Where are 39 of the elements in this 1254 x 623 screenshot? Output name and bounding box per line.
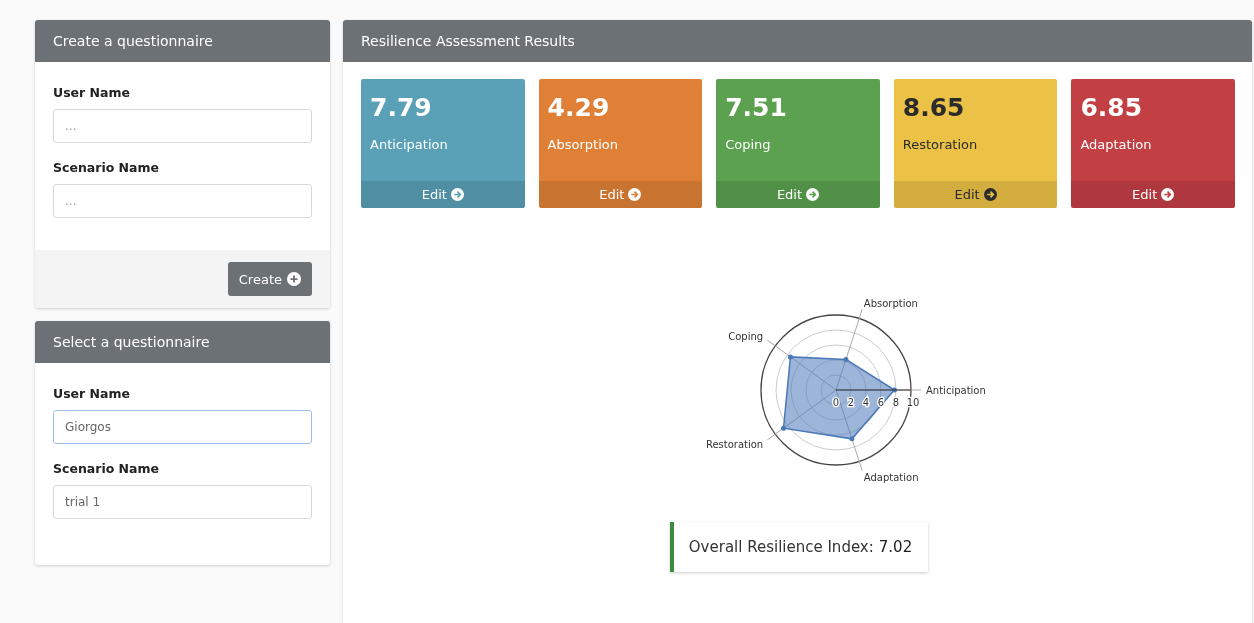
edit-link[interactable]: Edit (361, 181, 525, 208)
score-label: Absorption (546, 136, 619, 154)
field-label: Scenario Name (53, 160, 160, 175)
axis-label: Absorption (863, 297, 918, 309)
axis-label: Adaptation (863, 472, 918, 484)
tick-label: 2 (847, 397, 854, 408)
score-value: 4.29 (546, 92, 611, 122)
score-label: Restoration (901, 136, 979, 154)
score-value: 6.85 (1079, 92, 1144, 122)
tick-label: 0 (832, 397, 839, 408)
panel-title: Create a questionnaire (53, 33, 213, 49)
score-value: 7.79 (369, 92, 433, 122)
edit-link[interactable]: Edit (538, 181, 703, 208)
edit-link[interactable]: Edit (716, 181, 880, 208)
input-field[interactable]: ... (53, 109, 312, 143)
input-field[interactable]: Giorgos (53, 410, 312, 444)
score-label: Anticipation (369, 136, 449, 154)
tick-label: 8 (892, 397, 899, 408)
panel-title: Resilience Assessment Results (361, 33, 575, 49)
axis-label: Coping (727, 330, 763, 342)
axis-label: Anticipation (925, 385, 986, 396)
field-label: Scenario Name (53, 461, 160, 476)
input-field[interactable]: trial 1 (53, 485, 312, 519)
score-label: Adaptation (1079, 136, 1153, 154)
score-value: 8.65 (901, 92, 966, 122)
edit-link[interactable]: Edit (893, 181, 1058, 208)
field-label: User Name (53, 85, 131, 100)
input-field[interactable]: ... (53, 184, 312, 218)
score-label: Coping (724, 136, 772, 154)
score-value: 7.51 (724, 92, 788, 122)
panel-title: Select a questionnaire (53, 334, 210, 350)
tick-label: 4 (862, 397, 869, 408)
edit-link[interactable]: Edit (1071, 181, 1235, 208)
axis-label: Restoration (705, 439, 763, 451)
create-button[interactable]: Create (227, 262, 312, 296)
overall-index-label: Overall Resilience Index: (688, 538, 874, 556)
tick-label: 6 (877, 397, 884, 408)
field-label: User Name (53, 386, 131, 401)
overall-index-value: 7.02 (878, 538, 913, 556)
